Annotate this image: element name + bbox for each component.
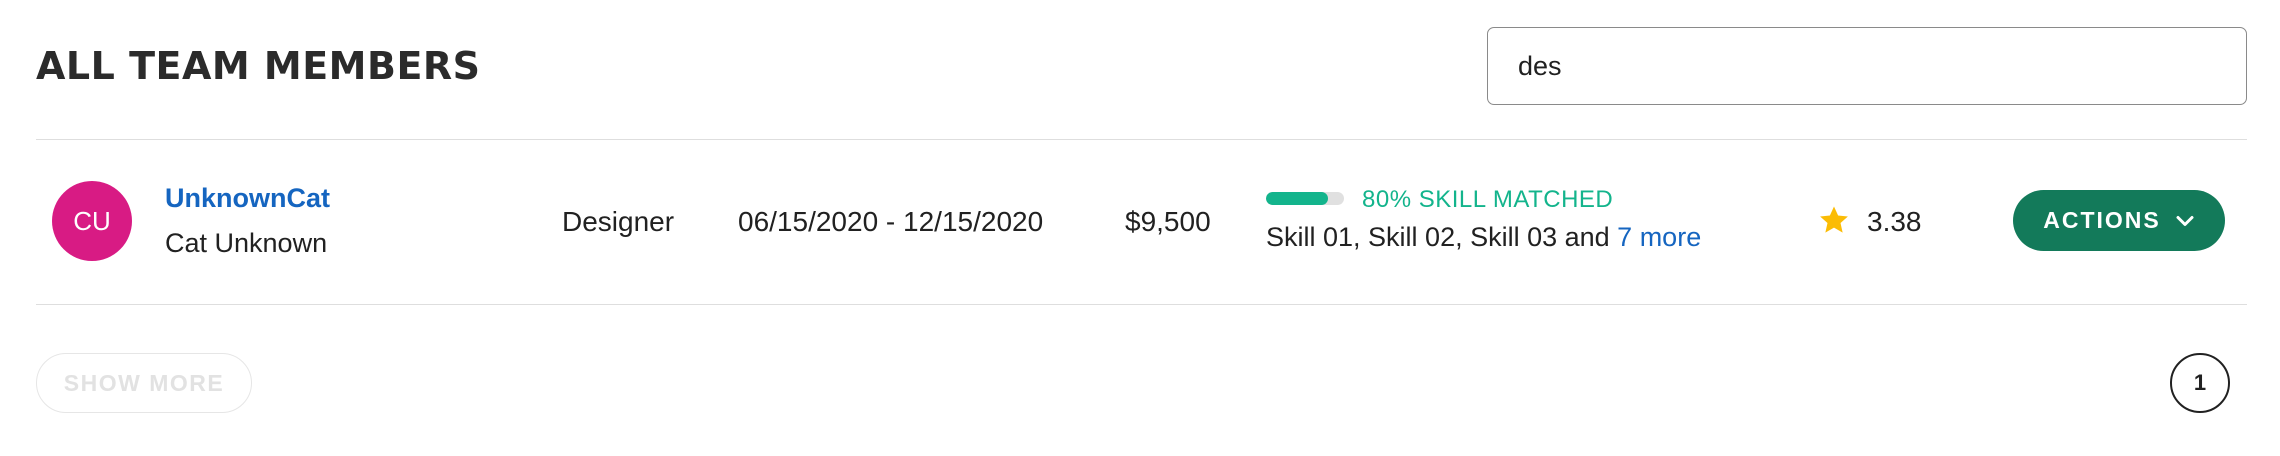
pagination-page-1[interactable]: 1 (2170, 353, 2230, 413)
member-full-name: Cat Unknown (165, 228, 328, 258)
skills-text: Skill 01, Skill 02, Skill 03 and (1266, 222, 1618, 252)
member-rating: 3.38 (1867, 206, 1922, 237)
more-skills-link[interactable]: 7 more (1617, 222, 1701, 252)
star-icon (1820, 206, 1848, 233)
search-input[interactable] (1487, 27, 2247, 105)
skill-match-label: 80% SKILL MATCHED (1362, 186, 1614, 213)
skill-match-progress-fill (1266, 192, 1329, 205)
skill-match-progress-bar (1266, 192, 1344, 205)
member-dates: 06/15/2020 - 12/15/2020 (738, 206, 1044, 237)
member-rate: $9,500 (1125, 206, 1211, 237)
avatar-initials: CU (73, 205, 111, 236)
member-role: Designer (562, 206, 675, 237)
chevron-down-icon (2176, 215, 2194, 226)
actions-button[interactable]: ACTIONS (2013, 190, 2225, 251)
actions-button-label: ACTIONS (2043, 207, 2161, 233)
page-title: ALL TEAM MEMBERS (36, 44, 481, 88)
member-username-link[interactable]: UnknownCat (165, 183, 330, 214)
divider (36, 139, 2247, 140)
avatar: CU (52, 181, 132, 261)
skills-list: Skill 01, Skill 02, Skill 03 and 7 more (1266, 222, 1701, 253)
show-more-button[interactable]: SHOW MORE (36, 353, 252, 413)
divider (36, 304, 2247, 305)
